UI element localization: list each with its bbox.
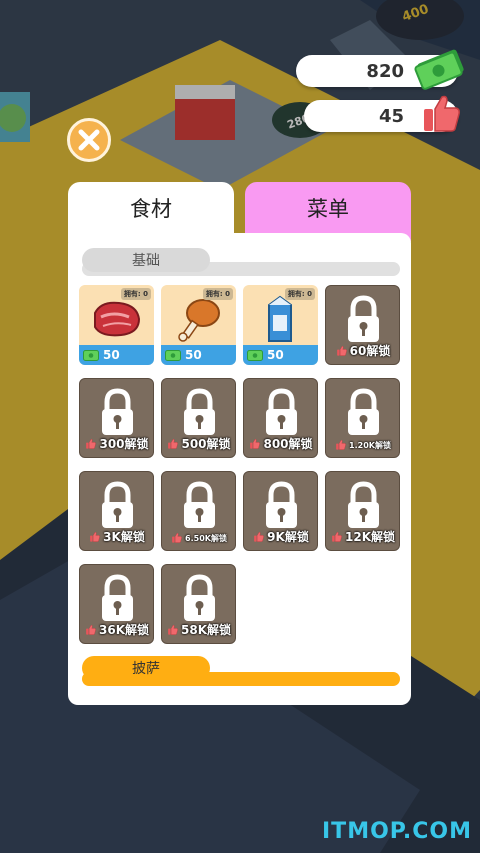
unlock-cost-label: 12K解锁 [326, 528, 399, 545]
cash-icon [247, 349, 263, 361]
meat-icon [94, 301, 141, 337]
unlock-cost-label: 6.50K解锁 [162, 531, 235, 545]
section-pizza-header: 披萨 [82, 656, 210, 680]
lock-icon [102, 388, 133, 435]
unlock-cost-value: 9K解锁 [267, 530, 309, 544]
price-value: 50 [267, 348, 284, 362]
unlock-cost-label: 60解锁 [326, 342, 399, 359]
price-strip[interactable]: 50 [161, 345, 236, 365]
ingredient-item-card[interactable]: 拥有: 0 50 [161, 285, 236, 365]
locked-item-card[interactable]: 800解锁 [243, 378, 318, 458]
unlock-cost-value: 58K解锁 [181, 623, 231, 637]
price-value: 50 [103, 348, 120, 362]
unlock-cost-label: 3K解锁 [80, 528, 153, 545]
locked-item-card[interactable]: 6.50K解锁 [161, 471, 236, 551]
thumbs-up-icon [168, 624, 178, 635]
unlock-cost-value: 800解锁 [263, 437, 313, 451]
likes-counter: 45 [304, 95, 460, 132]
locked-item-card[interactable]: 500解锁 [161, 378, 236, 458]
unlock-cost-label: 300解锁 [80, 435, 153, 452]
locked-item-card[interactable]: 12K解锁 [325, 471, 400, 551]
price-strip[interactable]: 50 [79, 345, 154, 365]
cash-value: 820 [366, 60, 404, 82]
unlock-cost-value: 300解锁 [99, 437, 149, 451]
watermark: ITMOP.COM [322, 819, 472, 844]
lock-icon [266, 388, 297, 435]
cash-counter: 820 [296, 49, 464, 90]
ingredient-item-card[interactable]: 拥有: 0 50 [243, 285, 318, 365]
thumbs-up-icon [250, 438, 261, 449]
unlock-cost-value: 12K解锁 [345, 530, 395, 544]
chicken-leg-icon [178, 299, 220, 342]
thumbs-up-icon [254, 531, 265, 542]
thumbs-up-icon [90, 531, 101, 542]
unlock-cost-label: 58K解锁 [162, 621, 235, 638]
price-value: 50 [185, 348, 202, 362]
unlock-cost-value: 1.20K解锁 [349, 440, 391, 450]
locked-item-card[interactable]: 9K解锁 [243, 471, 318, 551]
item-art [79, 293, 154, 345]
item-art [161, 293, 236, 345]
owned-count-label: 拥有: 0 [202, 288, 233, 300]
milk-carton-icon [268, 295, 292, 342]
lock-icon [348, 481, 379, 528]
thumbs-up-icon [424, 95, 460, 132]
unlock-cost-label: 500解锁 [162, 435, 235, 452]
item-art [243, 293, 318, 345]
lock-icon [184, 481, 215, 528]
locked-item-card[interactable]: 300解锁 [79, 378, 154, 458]
lock-icon [184, 388, 215, 435]
cash-icon [414, 49, 464, 90]
locked-item-card[interactable]: 3K解锁 [79, 471, 154, 551]
thumbs-up-icon [332, 531, 342, 542]
close-icon [78, 129, 100, 151]
owned-count-label: 拥有: 0 [284, 288, 315, 300]
section-basic-header: 基础 [82, 248, 210, 272]
thumbs-up-icon [86, 438, 97, 449]
unlock-cost-label: 36K解锁 [80, 621, 153, 638]
thumbs-up-icon [172, 533, 182, 543]
ingredient-item-card[interactable]: 拥有: 0 50 [79, 285, 154, 365]
thumbs-up-icon [168, 438, 179, 449]
unlock-cost-value: 6.50K解锁 [185, 533, 227, 543]
lock-icon [348, 388, 379, 435]
owned-count-label: 拥有: 0 [120, 288, 151, 300]
locked-item-card[interactable]: 60解锁 [325, 285, 400, 365]
unlock-cost-value: 36K解锁 [99, 623, 149, 637]
close-button[interactable] [67, 118, 111, 162]
section-basic-label: 基础 [132, 253, 160, 269]
lock-icon [102, 574, 133, 621]
unlock-cost-label: 800解锁 [244, 435, 317, 452]
section-pizza-label: 披萨 [132, 661, 160, 677]
thumbs-up-icon [336, 345, 347, 356]
thumbs-up-icon [86, 624, 96, 635]
lock-icon [266, 481, 297, 528]
price-strip[interactable]: 50 [243, 345, 318, 365]
locked-item-card[interactable]: 36K解锁 [79, 564, 154, 644]
likes-value: 45 [378, 105, 404, 127]
locked-item-card[interactable]: 1.20K解锁 [325, 378, 400, 458]
unlock-cost-value: 60解锁 [349, 344, 391, 358]
cash-icon [165, 349, 181, 361]
lock-icon [348, 295, 379, 342]
unlock-cost-label: 9K解锁 [244, 528, 317, 545]
lock-icon [102, 481, 133, 528]
unlock-cost-value: 500解锁 [181, 437, 231, 451]
unlock-cost-label: 1.20K解锁 [326, 438, 399, 452]
lock-icon [184, 574, 215, 621]
locked-item-card[interactable]: 58K解锁 [161, 564, 236, 644]
thumbs-up-icon [336, 440, 346, 450]
cash-icon [83, 349, 99, 361]
unlock-cost-value: 3K解锁 [103, 530, 145, 544]
